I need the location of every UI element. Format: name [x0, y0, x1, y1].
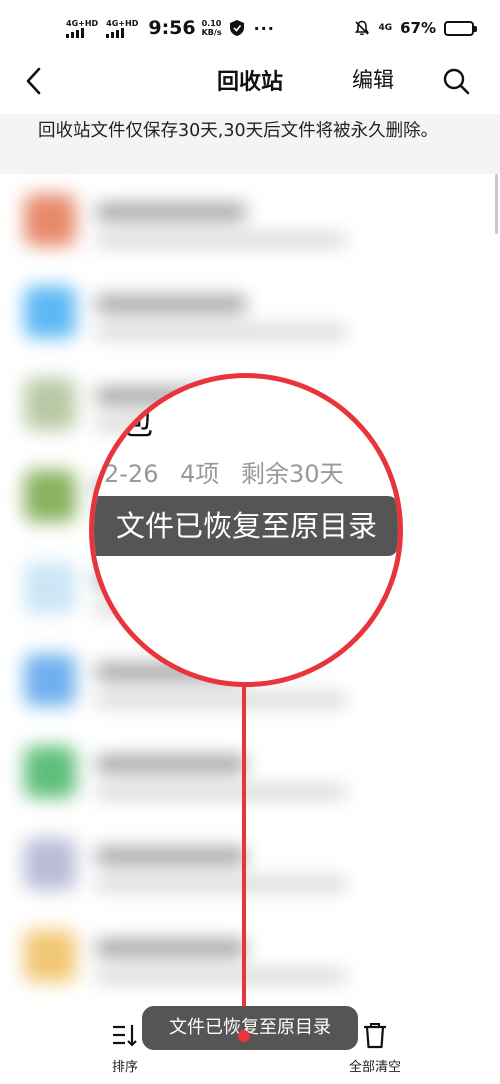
file-meta-placeholder — [96, 786, 346, 798]
annotation-pointer-dot — [238, 1030, 250, 1042]
file-date: 2-26 — [104, 460, 159, 488]
file-name-placeholder — [96, 296, 246, 312]
file-icon — [24, 746, 76, 798]
app-header: 回收站 编辑 — [0, 56, 500, 114]
magnifier-callout: 包 2-26 4项 剩余30天 文件已恢复至原目录 — [89, 373, 403, 687]
file-meta: 2-26 4项 剩余30天 — [104, 454, 358, 489]
file-remaining-days: 剩余30天 — [241, 460, 344, 488]
magnified-toast: 文件已恢复至原目录 — [94, 496, 398, 556]
annotation-pointer-line — [242, 687, 246, 1037]
search-icon[interactable] — [441, 66, 471, 96]
sort-icon — [113, 1025, 137, 1047]
bell-off-icon — [355, 20, 370, 36]
file-name-placeholder — [96, 848, 246, 864]
file-name-placeholder — [96, 940, 246, 956]
signal-bars-icon — [66, 27, 84, 38]
file-icon — [24, 930, 76, 982]
list-item[interactable] — [0, 734, 500, 824]
signal-bars-icon — [106, 27, 125, 38]
retention-notice: 回收站文件仅保存30天,30天后文件将被永久删除。 — [0, 114, 500, 174]
restore-toast: 文件已恢复至原目录 — [142, 1006, 358, 1050]
list-item[interactable] — [0, 274, 500, 364]
file-meta-placeholder — [96, 970, 346, 982]
edit-button[interactable]: 编辑 — [352, 64, 394, 94]
scrollbar[interactable] — [495, 174, 498, 234]
battery-percent: 67% — [400, 19, 436, 37]
page-title: 回收站 — [216, 70, 283, 95]
file-icon — [24, 562, 76, 614]
clock: 9:56 — [148, 17, 196, 39]
file-icon — [24, 470, 76, 522]
file-meta-placeholder — [96, 234, 346, 246]
list-item[interactable] — [0, 826, 500, 916]
file-icon — [24, 194, 76, 246]
file-meta-placeholder — [96, 694, 346, 706]
battery-icon — [444, 20, 477, 36]
network-speed: 0.10 KB/s — [201, 19, 222, 37]
sim2-signal: 4G+HD — [106, 19, 138, 38]
file-icon — [24, 286, 76, 338]
file-name-fragment: 包 — [121, 404, 154, 442]
file-icon — [24, 838, 76, 890]
file-meta-placeholder — [96, 326, 346, 338]
mobile-data-indicator: 4G — [378, 23, 393, 33]
list-item[interactable] — [0, 182, 500, 272]
more-notifications-icon: ··· — [253, 18, 275, 38]
sim1-signal: 4G+HD — [66, 19, 98, 38]
status-bar: 4G+HD 4G+HD 9:56 0.10 KB/s ··· 4G 67% — [0, 0, 500, 56]
trash-icon — [364, 1023, 386, 1049]
file-name-placeholder — [96, 204, 246, 220]
file-meta-placeholder — [96, 878, 346, 890]
list-item[interactable] — [0, 918, 500, 1006]
file-name-placeholder — [96, 756, 246, 772]
file-icon — [24, 654, 76, 706]
shield-icon — [229, 20, 244, 36]
file-count: 4项 — [180, 460, 220, 488]
file-icon — [24, 378, 76, 430]
